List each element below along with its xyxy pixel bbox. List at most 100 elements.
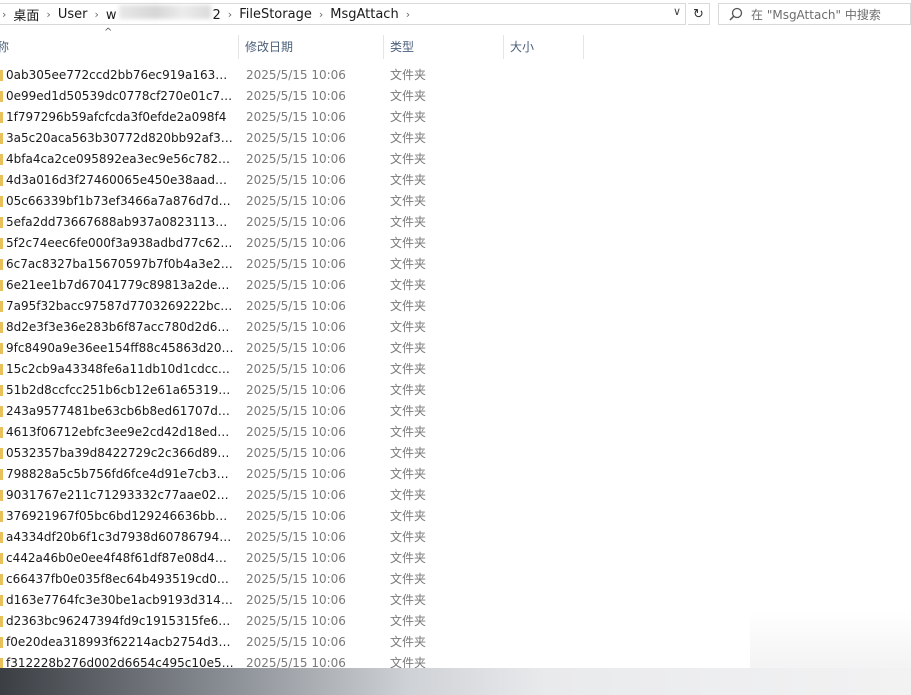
file-date: 2025/5/15 10:06 [246,362,346,376]
column-divider[interactable] [583,35,584,59]
column-header-name[interactable]: 称 [0,33,239,61]
column-header: 称 修改日期 类型 大小 [0,33,911,61]
file-row[interactable]: 5f2c74eec6fe000f3a938adbd77c6228 2025/5/1… [0,233,911,254]
folder-icon [0,259,3,270]
file-name: 0ab305ee772ccd2bb76ec919a163b0... [6,68,234,82]
file-row[interactable]: 3a5c20aca563b30772d820bb92af36ef 2025/5/1… [0,128,911,149]
file-name: c66437fb0e035f8ec64b493519cd068a [6,572,234,586]
chevron-right-icon[interactable]: › [91,8,101,21]
file-type: 文件夹 [390,467,427,481]
file-row[interactable]: 8d2e3f3e36e283b6f87acc780d2d6b2a 2025/5/1… [0,317,911,338]
file-date: 2025/5/15 10:06 [246,404,346,418]
chevron-right-icon[interactable]: › [316,8,326,21]
search-placeholder: 在 "MsgAttach" 中搜索 [751,7,881,22]
folder-icon [0,616,3,627]
file-row[interactable]: 05c66339bf1b73ef3466a7a876d7d680 2025/5/1… [0,191,911,212]
file-row[interactable]: 9fc8490a9e36ee154ff88c45863d2099 2025/5/1… [0,338,911,359]
column-header-type[interactable]: 类型 [384,33,504,61]
file-type: 文件夹 [390,656,427,668]
file-date: 2025/5/15 10:06 [246,278,346,292]
file-row[interactable]: 1f797296b59afcfcda3f0efde2a098f4 2025/5/1… [0,107,911,128]
file-row[interactable]: 4613f06712ebfc3ee9e2cd42d18edd56 2025/5/1… [0,422,911,443]
file-name: c442a46b0e0ee4f48f61df87e08d4a2a [6,551,234,565]
file-row[interactable]: 51b2d8ccfcc251b6cb12e61a65319c79 2025/5/1… [0,380,911,401]
breadcrumb-user[interactable]: User [54,7,92,22]
folder-icon [0,343,3,354]
file-name: 4d3a016d3f27460065e450e38aad16b5 [6,173,234,187]
file-name: 4613f06712ebfc3ee9e2cd42d18edd56 [6,425,234,439]
file-date: 2025/5/15 10:06 [246,320,346,334]
file-row[interactable]: c442a46b0e0ee4f48f61df87e08d4a2a 2025/5/1… [0,548,911,569]
file-name: d163e7764fc3e30be1acb9193d314a06 [6,593,234,607]
file-date: 2025/5/15 10:06 [246,656,346,668]
chevron-right-icon[interactable]: › [403,8,413,21]
column-header-date[interactable]: 修改日期 [239,33,384,61]
file-row[interactable]: 4bfa4ca2ce095892ea3ec9e56c782c52 2025/5/1… [0,149,911,170]
file-name: 5f2c74eec6fe000f3a938adbd77c6228 [6,236,234,250]
file-row[interactable]: 6c7ac8327ba15670597b7f0b4a3e2c9b 2025/5/1… [0,254,911,275]
search-icon [729,7,743,21]
file-row[interactable]: a4334df20b6f1c3d7938d60786794fca 2025/5/1… [0,527,911,548]
file-type: 文件夹 [390,110,427,124]
file-type: 文件夹 [390,236,427,250]
file-date: 2025/5/15 10:06 [246,467,346,481]
folder-icon [0,322,3,333]
file-name: 3a5c20aca563b30772d820bb92af36ef [6,131,234,145]
file-type: 文件夹 [390,488,427,502]
file-name: 6e21ee1b7d67041779c89813a2de7605 [6,278,234,292]
file-row[interactable]: 5efa2dd73667688ab937a0823113e0ed 2025/5/1… [0,212,911,233]
file-name: 9031767e211c71293332c77aae0289e2 [6,488,234,502]
file-date: 2025/5/15 10:06 [246,89,346,103]
file-row[interactable]: 15c2cb9a43348fe6a11db10d1cdcc38c 2025/5/1… [0,359,911,380]
chevron-right-icon[interactable]: › [0,8,9,21]
file-row[interactable]: 6e21ee1b7d67041779c89813a2de7605 2025/5/1… [0,275,911,296]
file-row[interactable]: 4d3a016d3f27460065e450e38aad16b5 2025/5/1… [0,170,911,191]
breadcrumb-desktop[interactable]: 桌面 [9,5,43,24]
file-row[interactable]: 7a95f32bacc97587d7703269222bcc5a 2025/5/1… [0,296,911,317]
file-row[interactable]: 9031767e211c71293332c77aae0289e2 2025/5/1… [0,485,911,506]
file-row[interactable]: 798828a5c5b756fd6fce4d91e7cb3508 2025/5/1… [0,464,911,485]
chevron-down-icon[interactable]: ∨ [673,5,681,18]
search-input[interactable]: 在 "MsgAttach" 中搜索 [718,3,911,25]
file-date: 2025/5/15 10:06 [246,341,346,355]
file-type: 文件夹 [390,362,427,376]
refresh-button[interactable]: ↻ [688,3,710,25]
folder-icon [0,490,3,501]
folder-icon [0,385,3,396]
file-list: 0ab305ee772ccd2bb76ec919a163b0... 2025/5/… [0,65,911,668]
folder-icon [0,574,3,585]
breadcrumb-filestorage[interactable]: FileStorage [235,7,316,22]
file-date: 2025/5/15 10:06 [246,152,346,166]
file-type: 文件夹 [390,572,427,586]
folder-icon [0,469,3,480]
file-row[interactable]: d163e7764fc3e30be1acb9193d314a06 2025/5/1… [0,590,911,611]
file-type: 文件夹 [390,383,427,397]
column-name-label: 称 [0,40,10,54]
column-header-size[interactable]: 大小 [504,33,584,61]
breadcrumb-account[interactable]: w2 [102,5,225,23]
column-type-label: 类型 [390,40,415,54]
file-name: 0e99ed1d50539dc0778cf270e01c7f7f [6,89,234,103]
file-date: 2025/5/15 10:06 [246,299,346,313]
file-type: 文件夹 [390,614,427,628]
chevron-right-icon[interactable]: › [225,8,235,21]
redacted-blur [118,5,211,19]
file-date: 2025/5/15 10:06 [246,530,346,544]
file-row[interactable]: 0532357ba39d8422729c2c366d89acdf 2025/5/1… [0,443,911,464]
folder-icon [0,406,3,417]
file-row[interactable]: 243a9577481be63cb6b8ed61707dd8... 2025/5/… [0,401,911,422]
file-row[interactable]: 376921967f05bc6bd129246636bb9e5d 2025/5/1… [0,506,911,527]
file-row[interactable]: 0ab305ee772ccd2bb76ec919a163b0... 2025/5/… [0,65,911,86]
chevron-right-icon[interactable]: › [43,8,53,21]
file-type: 文件夹 [390,257,427,271]
breadcrumb-msgattach[interactable]: MsgAttach [326,7,402,22]
file-date: 2025/5/15 10:06 [246,614,346,628]
address-bar[interactable]: › 桌面 › User › w2 › FileStorage › MsgAtta… [0,3,686,25]
file-type: 文件夹 [390,341,427,355]
file-row[interactable]: c66437fb0e035f8ec64b493519cd068a 2025/5/1… [0,569,911,590]
breadcrumb-account-start: w [105,8,117,23]
file-row[interactable]: 0e99ed1d50539dc0778cf270e01c7f7f 2025/5/1… [0,86,911,107]
file-date: 2025/5/15 10:06 [246,551,346,565]
folder-icon [0,553,3,564]
folder-icon [0,196,3,207]
